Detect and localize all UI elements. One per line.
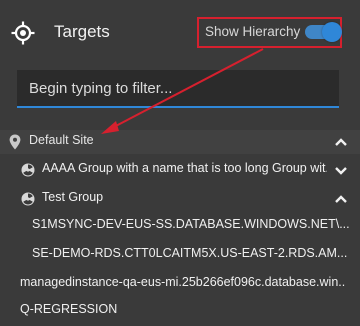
radiation-icon <box>21 163 35 177</box>
tree-item-label: AAAA Group with a name that is too long … <box>42 161 327 175</box>
crosshair-icon <box>11 21 35 45</box>
page-title: Targets <box>54 22 110 41</box>
chevron-up-icon[interactable] <box>334 137 348 147</box>
tree-site-default-site[interactable]: Default Site <box>0 130 360 154</box>
target-label: managedinstance-qa-eus-mi.25b266ef096c.d… <box>20 275 345 289</box>
filter-input[interactable] <box>17 70 339 108</box>
chevron-up-icon[interactable] <box>334 194 348 204</box>
target-label: SE-DEMO-RDS.CTT0LCAITM5X.US-EAST-2.RDS.A… <box>32 246 348 260</box>
tree-group-aaaa[interactable]: AAAA Group with a name that is too long … <box>0 158 360 182</box>
chevron-down-icon[interactable] <box>334 166 348 176</box>
map-pin-icon <box>9 134 21 150</box>
tree-target-item[interactable]: managedinstance-qa-eus-mi.25b266ef096c.d… <box>0 272 360 296</box>
show-hierarchy-toggle[interactable] <box>305 22 342 42</box>
show-hierarchy-label: Show Hierarchy <box>205 24 301 39</box>
targets-panel: Targets Show Hierarchy Default Site AAAA… <box>0 0 360 326</box>
tree-target-item[interactable]: S1MSYNC-DEV-EUS-SS.DATABASE.WINDOWS.NET\… <box>0 214 360 238</box>
target-label: Q-REGRESSION <box>20 302 118 316</box>
tree-item-label: Default Site <box>29 133 94 147</box>
target-label: S1MSYNC-DEV-EUS-SS.DATABASE.WINDOWS.NET\… <box>32 217 350 231</box>
tree-item-label: Test Group <box>42 190 104 204</box>
tree-target-item[interactable]: Q-REGRESSION <box>0 299 360 323</box>
tree-group-test-group[interactable]: Test Group <box>0 187 360 211</box>
panel-header: Targets Show Hierarchy <box>0 0 360 66</box>
tree-target-item[interactable]: SE-DEMO-RDS.CTT0LCAITM5X.US-EAST-2.RDS.A… <box>0 243 360 267</box>
toggle-knob[interactable] <box>322 22 342 42</box>
radiation-icon <box>21 192 35 206</box>
